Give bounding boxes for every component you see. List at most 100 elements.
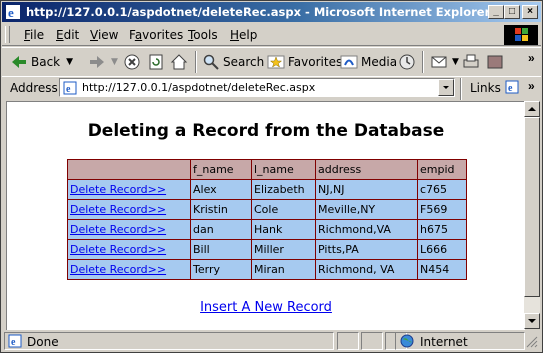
back-dropdown-icon[interactable]: ▼ xyxy=(66,57,73,67)
scroll-thumb[interactable] xyxy=(524,117,540,297)
status-text: Done xyxy=(27,335,59,349)
chevron-down-icon xyxy=(443,86,449,89)
svg-text:e: e xyxy=(11,337,16,348)
minimize-icon: _ xyxy=(493,6,499,17)
page-done-icon: e xyxy=(8,334,22,348)
delete-record-link[interactable]: Delete Record>> xyxy=(70,183,166,196)
links-chevron-icon[interactable]: » xyxy=(528,79,535,93)
mail-dropdown-icon[interactable]: ▼ xyxy=(452,57,459,67)
delete-record-link[interactable]: Delete Record>> xyxy=(70,263,166,276)
header-f-name: f_name xyxy=(190,159,252,180)
back-label: Back xyxy=(31,55,61,69)
home-icon xyxy=(170,54,188,70)
scroll-down-button[interactable] xyxy=(524,313,540,329)
discuss-button[interactable] xyxy=(486,52,507,72)
status-bar: e Done Internet xyxy=(2,330,541,352)
maximize-button[interactable]: □ xyxy=(504,5,520,19)
back-button[interactable]: Back ▼ xyxy=(10,52,73,72)
header-empid: empid xyxy=(417,159,467,180)
insert-link-container: Insert A New Record xyxy=(7,300,525,315)
history-icon xyxy=(399,54,415,70)
window-title: http://127.0.0.1/aspdotnet/deleteRec.asp… xyxy=(26,5,491,19)
media-label: Media xyxy=(361,55,398,69)
media-icon xyxy=(340,55,358,69)
close-button[interactable]: × xyxy=(522,5,538,19)
page-icon: e xyxy=(63,81,77,95)
address-cell: Richmond, VA xyxy=(315,259,418,280)
links-button[interactable]: Links xyxy=(470,81,501,95)
action-cell: Delete Record>> xyxy=(67,239,191,260)
address-dropdown-button[interactable] xyxy=(438,79,454,96)
forward-button[interactable]: ▼ xyxy=(88,52,118,72)
table-row: Delete Record>> Alex Elizabeth NJ,NJ c76… xyxy=(67,179,467,200)
search-icon xyxy=(203,54,219,70)
status-main-pane: e Done xyxy=(4,332,334,350)
resize-grip-icon[interactable] xyxy=(526,336,538,348)
links-page-icon[interactable]: e xyxy=(505,80,519,94)
minimize-button[interactable]: _ xyxy=(488,5,504,19)
l-name-cell: Cole xyxy=(251,199,316,220)
stop-button[interactable] xyxy=(123,52,144,72)
address-separator xyxy=(460,78,462,100)
f-name-cell: Alex xyxy=(190,179,252,200)
scroll-up-button[interactable] xyxy=(524,101,540,117)
l-name-cell: Elizabeth xyxy=(251,179,316,200)
browser-window: e http://127.0.0.1/aspdotnet/deleteRec.a… xyxy=(0,0,543,353)
svg-text:e: e xyxy=(8,5,14,20)
menu-bar: File Edit View Favorites Tools Help xyxy=(2,24,541,46)
zone-text: Internet xyxy=(420,335,468,349)
records-table: f_name l_name address empid Delete Recor… xyxy=(67,159,467,280)
menu-favorites[interactable]: Favorites xyxy=(129,28,183,42)
menu-view[interactable]: View xyxy=(90,28,118,42)
table-row: Delete Record>> Bill Miller Pitts,PA L66… xyxy=(67,239,467,260)
vertical-scrollbar[interactable] xyxy=(524,101,540,329)
menu-file[interactable]: File xyxy=(24,28,44,42)
delete-record-link[interactable]: Delete Record>> xyxy=(70,223,166,236)
history-button[interactable] xyxy=(398,52,419,72)
favorites-button[interactable]: Favorites xyxy=(267,52,342,72)
menu-help[interactable]: Help xyxy=(230,28,257,42)
address-bar: Address e http://127.0.0.1/aspdotnet/del… xyxy=(2,76,541,100)
address-cell: Richmond,VA xyxy=(315,219,418,240)
home-button[interactable] xyxy=(170,52,191,72)
forward-dropdown-icon[interactable]: ▼ xyxy=(111,57,118,67)
maximize-icon: □ xyxy=(508,6,516,17)
mail-button[interactable]: ▼ xyxy=(430,52,459,72)
table-row: Delete Record>> Terry Miran Richmond, VA… xyxy=(67,259,467,280)
back-arrow-icon xyxy=(12,56,26,68)
empid-cell: h675 xyxy=(417,219,467,240)
menu-tools[interactable]: Tools xyxy=(188,28,218,42)
f-name-cell: Terry xyxy=(190,259,252,280)
address-input[interactable]: e http://127.0.0.1/aspdotnet/deleteRec.a… xyxy=(59,78,455,97)
f-name-cell: Bill xyxy=(190,239,252,260)
scroll-up-icon xyxy=(528,107,536,111)
globe-icon xyxy=(400,334,414,348)
title-bar[interactable]: e http://127.0.0.1/aspdotnet/deleteRec.a… xyxy=(2,2,541,22)
media-button[interactable]: Media xyxy=(340,52,397,72)
menu-edit[interactable]: Edit xyxy=(56,28,79,42)
favorites-star-icon xyxy=(267,55,285,69)
action-cell: Delete Record>> xyxy=(67,199,191,220)
action-cell: Delete Record>> xyxy=(67,179,191,200)
refresh-icon xyxy=(149,54,163,70)
print-button[interactable] xyxy=(462,52,483,72)
address-cell: NJ,NJ xyxy=(315,179,418,200)
address-cell: Pitts,PA xyxy=(315,239,418,260)
delete-record-link[interactable]: Delete Record>> xyxy=(70,203,166,216)
status-pane xyxy=(361,332,383,350)
insert-record-link[interactable]: Insert A New Record xyxy=(200,300,332,315)
l-name-cell: Miller xyxy=(251,239,316,260)
mail-icon xyxy=(431,56,447,68)
l-name-cell: Hank xyxy=(251,219,316,240)
refresh-button[interactable] xyxy=(147,52,168,72)
svg-text:e: e xyxy=(508,83,513,94)
l-name-cell: Miran xyxy=(251,259,316,280)
action-cell: Delete Record>> xyxy=(67,219,191,240)
table-header-row: f_name l_name address empid xyxy=(67,159,467,180)
status-pane xyxy=(337,332,359,350)
table-row: Delete Record>> dan Hank Richmond,VA h67… xyxy=(67,219,467,240)
search-button[interactable]: Search xyxy=(202,52,264,72)
toolbar-separator xyxy=(422,51,424,73)
toolbar-chevron-icon[interactable]: » xyxy=(528,51,535,65)
delete-record-link[interactable]: Delete Record>> xyxy=(70,243,166,256)
